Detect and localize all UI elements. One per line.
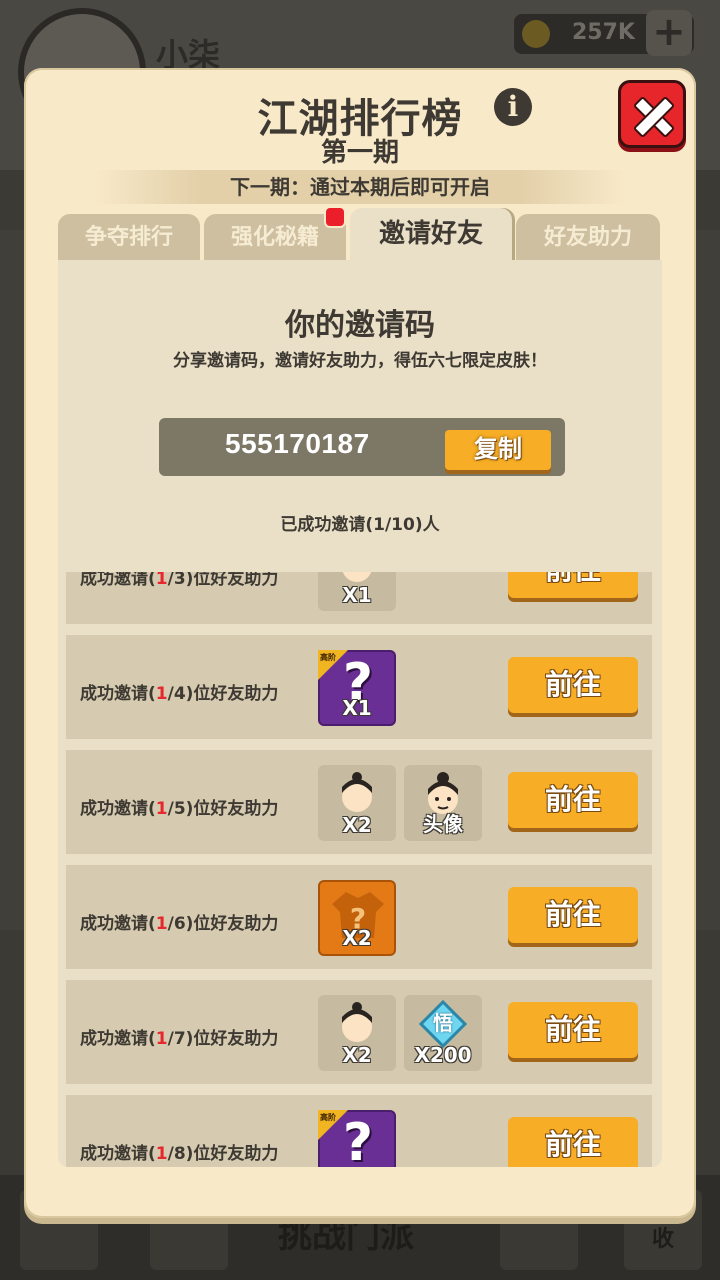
add-coins-icon: + <box>646 10 692 56</box>
task-row: 成功邀请(1/5)位好友助力 X2 头像 前往 <box>66 750 652 854</box>
reward-gem: 悟 X200 <box>404 995 482 1071</box>
go-button[interactable]: 前往 <box>508 887 638 943</box>
task-label: 成功邀请(1/5)位好友助力 <box>80 799 279 819</box>
task-label: 成功邀请(1/4)位好友助力 <box>80 684 279 704</box>
go-button[interactable]: 前往 <box>508 1117 638 1167</box>
task-label: 成功邀请(1/7)位好友助力 <box>80 1029 279 1049</box>
invite-code-value: 555170187 <box>225 428 370 459</box>
reward-quantity: 头像 <box>423 812 463 836</box>
coin-amount: 257K <box>572 20 635 45</box>
reward-mystery-item: 高阶 ? <box>318 1110 396 1167</box>
task-list[interactable]: 成功邀请(1/3)位好友助力 X1 前往 成功邀请(1/4)位好友助力 高阶 ?… <box>58 572 662 1167</box>
invite-progress: 已成功邀请(1/10)人 <box>280 515 440 535</box>
reward-quantity: X2 <box>342 926 372 950</box>
task-row: 成功邀请(1/7)位好友助力 X2 悟 X200 前往 <box>66 980 652 1084</box>
reward-quantity: X200 <box>414 1043 472 1067</box>
invite-description: 分享邀请码，邀请好友助力，得伍六七限定皮肤！ <box>173 351 547 371</box>
task-row: 成功邀请(1/6)位好友助力 ? X2 前往 <box>66 865 652 969</box>
go-button[interactable]: 前往 <box>508 1002 638 1058</box>
ranking-modal: 江湖排行榜 i 第一期 下一期：通过本期后即可开启 争夺排行 强化秘籍 好友助力… <box>24 68 696 1218</box>
task-label: 成功邀请(1/3)位好友助力 <box>80 572 279 589</box>
invite-code-heading: 你的邀请码 <box>285 308 435 343</box>
reward-quantity: X2 <box>342 813 372 837</box>
task-label: 成功邀请(1/8)位好友助力 <box>80 1144 279 1164</box>
coin-icon <box>522 20 550 48</box>
copy-button[interactable]: 复制 <box>445 430 551 470</box>
reward-mystery-item: 高阶 ? X1 <box>318 650 396 726</box>
invite-panel: 你的邀请码 分享邀请码，邀请好友助力，得伍六七限定皮肤！ 555170187 复… <box>58 260 662 1167</box>
info-icon[interactable]: i <box>494 88 532 126</box>
tab-ranking[interactable]: 争夺排行 <box>58 214 200 260</box>
reward-quantity: X2 <box>342 1043 372 1067</box>
task-row: 成功邀请(1/4)位好友助力 高阶 ? X1 前往 <box>66 635 652 739</box>
next-issue-banner: 下一期：通过本期后即可开启 <box>94 170 626 204</box>
task-row: 成功邀请(1/3)位好友助力 X1 前往 <box>66 572 652 624</box>
character-icon <box>342 772 372 812</box>
gem-symbol: 悟 <box>433 1011 453 1035</box>
reward-character: X1 <box>318 572 396 611</box>
reward-avatar: 头像 <box>404 765 482 841</box>
tab-invite-friends[interactable]: 邀请好友 <box>350 208 512 262</box>
go-button[interactable]: 前往 <box>508 657 638 713</box>
question-mark-icon: ? <box>342 1113 374 1167</box>
reward-mystery-outfit: ? X2 <box>318 880 396 956</box>
character-icon <box>342 1002 372 1042</box>
go-button[interactable]: 前往 <box>508 772 638 828</box>
reward-character: X2 <box>318 995 396 1071</box>
task-label: 成功邀请(1/6)位好友助力 <box>80 914 279 934</box>
reward-quantity: X1 <box>342 696 372 720</box>
issue-label: 第一期 <box>320 138 399 168</box>
task-row: 成功邀请(1/8)位好友助力 高阶 ? 前往 <box>66 1095 652 1167</box>
reward-character: X2 <box>318 765 396 841</box>
reward-quantity: X1 <box>342 583 372 607</box>
invite-code-box: 555170187 复制 <box>159 418 565 476</box>
tab-friend-help[interactable]: 好友助力 <box>516 214 660 260</box>
notification-dot <box>324 206 346 228</box>
go-button[interactable]: 前往 <box>508 572 638 598</box>
